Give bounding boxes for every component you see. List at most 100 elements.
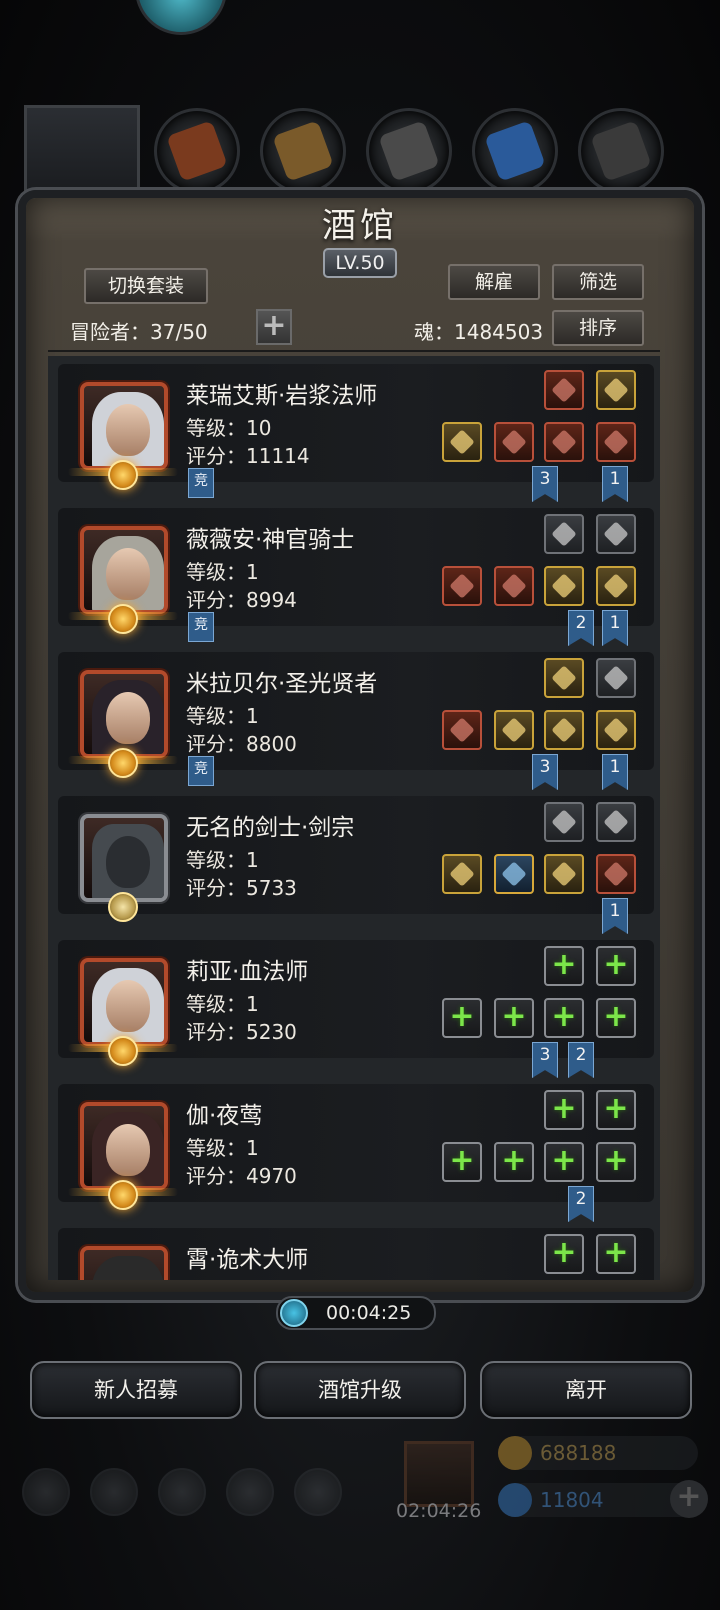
resource-orb-1[interactable] [154, 108, 240, 194]
gold-coin-icon [498, 1436, 532, 1470]
gem-slot-icon[interactable] [596, 422, 636, 462]
hero-score: 评分：8800 [186, 732, 297, 756]
hero-card[interactable]: 无名的剑士·剑宗 等级：1 评分：5733 [58, 796, 654, 922]
book-slot-icon[interactable] [544, 802, 584, 842]
hero-name: 莱瑞艾斯·岩浆法师 [186, 383, 378, 409]
dismiss-button[interactable]: 解雇 [448, 264, 540, 300]
page-title: 酒馆 [322, 206, 398, 246]
ring-slot-icon[interactable] [544, 854, 584, 894]
filter-button[interactable]: 筛选 [552, 264, 644, 300]
plus-icon: + [449, 1143, 475, 1178]
timer-text: 00:04:25 [326, 1302, 412, 1324]
scroll-slot-icon[interactable] [544, 710, 584, 750]
sparkle-slot-icon[interactable] [596, 710, 636, 750]
hero-level: 等级：1 [186, 704, 259, 728]
gem-amount: 11804 [540, 1488, 604, 1512]
hero-score: 评分：8994 [186, 588, 297, 612]
hero-level: 等级：1 [186, 848, 259, 872]
hero-level: 等级：1 [186, 560, 259, 584]
bow-slot-icon[interactable] [544, 514, 584, 554]
spear-slot-icon[interactable] [442, 854, 482, 894]
robe-slot-icon[interactable] [494, 710, 534, 750]
clock-icon [280, 1299, 308, 1327]
hammer-slot-icon[interactable] [442, 566, 482, 606]
add-equipment-button[interactable]: + [442, 998, 482, 1038]
add-equipment-button[interactable]: + [596, 1234, 636, 1274]
tavern-level-badge: LV.50 [323, 248, 397, 278]
plus-icon: + [449, 999, 475, 1034]
hero-name: 莉亚·血法师 [186, 959, 309, 985]
hero-level: 等级：1 [186, 992, 259, 1016]
hero-card[interactable]: 霄·诡术大师 + + [58, 1228, 654, 1280]
scroll-slot-icon[interactable] [596, 566, 636, 606]
switch-outfit-button[interactable]: 切换套装 [84, 268, 208, 304]
armor-slot-icon[interactable] [494, 854, 534, 894]
ribbon-marker: 2 [568, 610, 594, 646]
plus-icon: + [551, 1235, 577, 1270]
add-equipment-button[interactable]: + [544, 998, 584, 1038]
charm-slot-icon[interactable] [544, 566, 584, 606]
hero-name: 米拉贝尔·圣光贤者 [186, 671, 378, 697]
lantern-slot-icon[interactable] [544, 658, 584, 698]
achievement-icon[interactable] [90, 1468, 138, 1516]
add-equipment-button[interactable]: + [494, 998, 534, 1038]
hero-list[interactable]: 莱瑞艾斯·岩浆法师 等级：10 评分：11114 竞 3 1 薇薇安·神官骑士 … [48, 356, 660, 1280]
soul-count: 魂：1484503 [414, 316, 543, 345]
add-equipment-button[interactable]: + [544, 1142, 584, 1182]
hero-score: 评分：11114 [186, 444, 310, 468]
hero-card[interactable]: 伽·夜莺 等级：1 评分：4970 + + + + + + [58, 1084, 654, 1210]
adventurers-label: 冒险者： [70, 320, 150, 344]
resource-stone[interactable] [366, 108, 452, 194]
plus-icon: + [501, 1143, 527, 1178]
upgrade-tavern-button[interactable]: 酒馆升级 [254, 1361, 466, 1419]
weapon-slot-icon[interactable] [442, 710, 482, 750]
mail-icon[interactable] [226, 1468, 274, 1516]
orb-slot-icon[interactable] [596, 854, 636, 894]
leave-button[interactable]: 离开 [480, 1361, 692, 1419]
map-icon[interactable] [294, 1468, 342, 1516]
add-equipment-button[interactable]: + [596, 1090, 636, 1130]
relic-slot-icon[interactable] [544, 370, 584, 410]
add-equipment-button[interactable]: + [494, 1142, 534, 1182]
hero-card[interactable]: 薇薇安·神官骑士 等级：1 评分：8994 [58, 508, 654, 634]
gift-box-icon[interactable] [404, 1441, 474, 1507]
add-equipment-button[interactable]: + [596, 998, 636, 1038]
accessory-slot-icon[interactable] [544, 422, 584, 462]
arena-badge: 竞 [188, 468, 214, 498]
resource-crystal[interactable] [472, 108, 558, 194]
add-currency-button[interactable]: + [670, 1480, 708, 1518]
hero-avatar [80, 958, 168, 1046]
relic-slot-icon[interactable] [596, 658, 636, 698]
resource-wood[interactable] [260, 108, 346, 194]
rank-emblem-icon [108, 1036, 138, 1066]
gift-timer: 02:04:26 [396, 1500, 482, 1522]
hero-level: 等级：10 [186, 416, 272, 440]
plus-icon: + [551, 999, 577, 1034]
weapon-slot-icon[interactable] [442, 422, 482, 462]
armor-slot-icon[interactable] [494, 566, 534, 606]
add-equipment-button[interactable]: + [596, 946, 636, 986]
add-equipment-button[interactable]: + [544, 1234, 584, 1274]
add-equipment-button[interactable]: + [596, 1142, 636, 1182]
soul-value: 1484503 [454, 320, 544, 344]
hero-card[interactable]: 莱瑞艾斯·岩浆法师 等级：10 评分：11114 [58, 364, 654, 490]
settings-gear-icon[interactable] [22, 1468, 70, 1516]
staff-slot-icon[interactable] [596, 370, 636, 410]
hero-avatar [80, 526, 168, 614]
resource-ore[interactable] [578, 108, 664, 194]
armor-slot-icon[interactable] [494, 422, 534, 462]
guild-icon[interactable] [158, 1468, 206, 1516]
hero-card[interactable]: 莉亚·血法师 等级：1 评分：5230 + + + + + + [58, 940, 654, 1066]
necklace-slot-icon[interactable] [596, 514, 636, 554]
sort-button[interactable]: 排序 [552, 310, 644, 346]
hero-name: 霄·诡术大师 [186, 1247, 309, 1273]
expand-capacity-button[interactable]: + [256, 309, 292, 345]
ribbon-marker: 2 [568, 1186, 594, 1222]
add-equipment-button[interactable]: + [544, 946, 584, 986]
recruit-button[interactable]: 新人招募 [30, 1361, 242, 1419]
add-equipment-button[interactable]: + [442, 1142, 482, 1182]
ribbon-marker: 1 [602, 610, 628, 646]
add-equipment-button[interactable]: + [544, 1090, 584, 1130]
dagger-slot-icon[interactable] [596, 802, 636, 842]
hero-card[interactable]: 米拉贝尔·圣光贤者 等级：1 评分：8800 [58, 652, 654, 778]
